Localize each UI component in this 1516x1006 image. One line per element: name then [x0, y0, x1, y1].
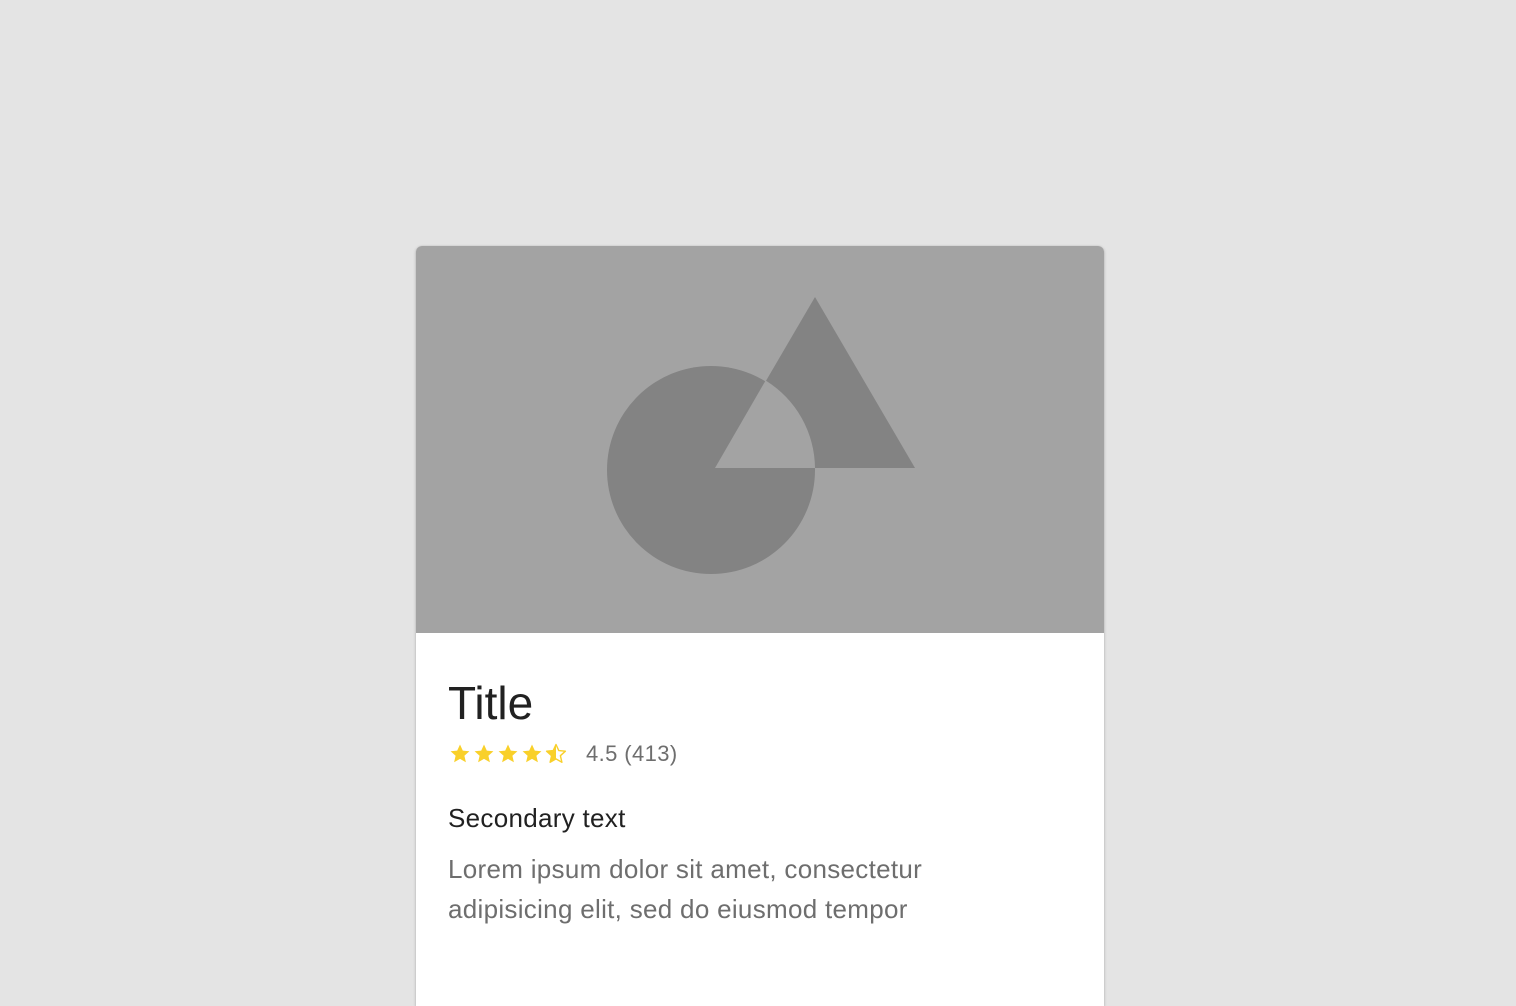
star-icon [448, 742, 472, 766]
star-icon [472, 742, 496, 766]
body-text: Lorem ipsum dolor sit amet, consectetur … [448, 849, 1048, 929]
page-root: { "page": { "background_color": "#e4e4e4… [0, 0, 1516, 1006]
rating-stars [448, 742, 568, 766]
rating-row: 4.5 (413) [448, 739, 678, 769]
star-icon [496, 742, 520, 766]
card-title: Title [448, 677, 534, 729]
body-text-line: Lorem ipsum dolor sit amet, consectetur [448, 854, 923, 884]
image-placeholder-icon [607, 297, 915, 574]
secondary-text: Secondary text [448, 803, 626, 833]
card-media [416, 246, 1104, 633]
body-text-line: adipisicing elit, sed do eiusmod tempor [448, 894, 908, 924]
star-icon [520, 742, 544, 766]
content-card[interactable]: Title 4.5 (413) Secondary text Lorem ips… [416, 246, 1104, 1006]
star-half-icon [544, 742, 568, 766]
rating-text: 4.5 (413) [586, 741, 678, 766]
